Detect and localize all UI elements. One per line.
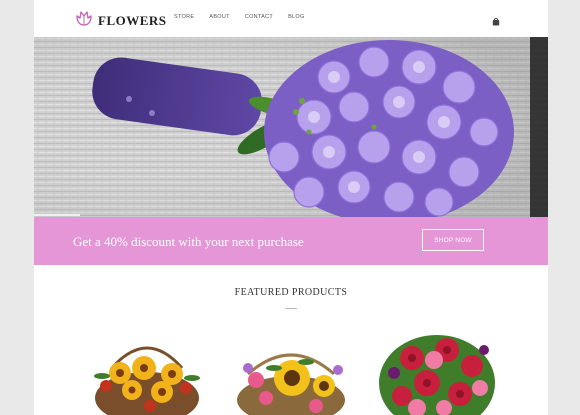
nav-item-blog[interactable]: BLOG	[288, 14, 304, 20]
site-header: FLOWERS STORE ABOUT CONTACT BLOG	[34, 0, 548, 37]
promo-text: Get a 40% discount with your next purcha…	[73, 234, 304, 249]
tulip-icon	[74, 8, 94, 33]
main-nav: STORE ABOUT CONTACT BLOG	[174, 14, 320, 20]
logo[interactable]: FLOWERS	[74, 8, 167, 33]
product-card-2[interactable]	[226, 328, 356, 415]
shop-now-button[interactable]: SHOP NOW	[422, 229, 484, 251]
slide-indicator[interactable]	[34, 214, 80, 216]
page: FLOWERS STORE ABOUT CONTACT BLOG Get a 4…	[34, 0, 548, 415]
featured-products-title: FEATURED PRODUCTS	[234, 287, 348, 298]
product-image	[237, 353, 345, 415]
product-card-1[interactable]	[82, 328, 212, 415]
nav-item-about[interactable]: ABOUT	[209, 14, 229, 20]
brand-name: FLOWERS	[98, 12, 167, 28]
product-card-3[interactable]	[372, 328, 502, 415]
nav-item-contact[interactable]: CONTACT	[245, 14, 273, 20]
product-image	[379, 335, 495, 415]
hero-image	[34, 37, 548, 217]
featured-divider	[285, 308, 297, 309]
product-image	[94, 346, 200, 415]
promo-banner: Get a 40% discount with your next purcha…	[34, 217, 548, 265]
shopping-bag-icon[interactable]	[492, 13, 500, 26]
nav-item-store[interactable]: STORE	[174, 14, 194, 20]
